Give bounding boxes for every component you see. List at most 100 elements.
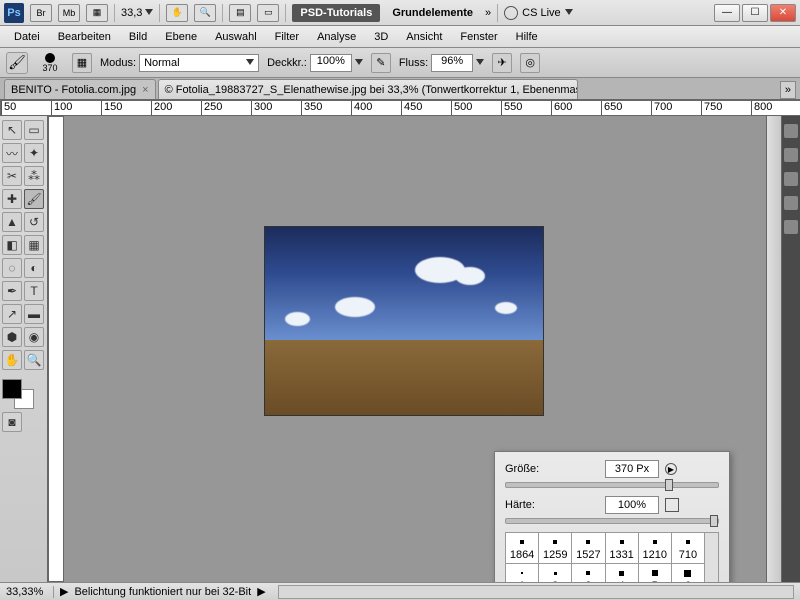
- hardness-slider[interactable]: [505, 518, 719, 524]
- size-input[interactable]: 370 Px: [605, 460, 659, 478]
- tabs-overflow[interactable]: »: [780, 81, 796, 99]
- layers-panel-icon[interactable]: [784, 172, 798, 186]
- new-preset-icon[interactable]: [665, 498, 679, 512]
- menu-analyse[interactable]: Analyse: [309, 28, 364, 46]
- stamp-tool[interactable]: ▲: [2, 212, 22, 232]
- hand-tool[interactable]: ✋: [2, 350, 22, 370]
- horizontal-scrollbar[interactable]: [278, 585, 794, 599]
- maximize-button[interactable]: ☐: [742, 4, 768, 22]
- flyout-icon[interactable]: ▶: [665, 463, 677, 475]
- zoom-value: 33,3: [121, 7, 142, 19]
- wand-tool[interactable]: ✦: [24, 143, 44, 163]
- zoom-dropdown[interactable]: 33,3: [121, 7, 153, 19]
- workspace-psd-tutorials[interactable]: PSD-Tutorials: [292, 4, 380, 22]
- marquee-tool[interactable]: ▭: [24, 120, 44, 140]
- brush-preset[interactable]: 6: [672, 564, 705, 582]
- type-tool[interactable]: T: [24, 281, 44, 301]
- chevron-down-icon: [246, 59, 254, 67]
- swatches-panel-icon[interactable]: [784, 148, 798, 162]
- canvas[interactable]: Größe: 370 Px ▶ Härte: 100% 186412591527…: [64, 116, 766, 582]
- document-tab-2[interactable]: © Fotolia_19883727_S_Elenathewise.jpg be…: [158, 79, 578, 99]
- menu-hilfe[interactable]: Hilfe: [508, 28, 546, 46]
- zoom-tool-button[interactable]: 🔍: [194, 4, 216, 22]
- brush-preset[interactable]: 1259: [539, 533, 572, 564]
- brush-preset[interactable]: 1864: [506, 533, 539, 564]
- history-brush-tool[interactable]: ↺: [24, 212, 44, 232]
- brush-preset[interactable]: 1: [506, 564, 539, 582]
- tablet-size-icon[interactable]: ◎: [520, 53, 540, 73]
- menu-datei[interactable]: Datei: [6, 28, 48, 46]
- status-arrow-icon[interactable]: ▶: [257, 585, 265, 598]
- menu-filter[interactable]: Filter: [267, 28, 307, 46]
- chevron-icon[interactable]: [476, 59, 484, 67]
- eraser-tool[interactable]: ◧: [2, 235, 22, 255]
- brush-preset[interactable]: 2: [539, 564, 572, 582]
- crop-tool[interactable]: ✂: [2, 166, 22, 186]
- menu-bearbeiten[interactable]: Bearbeiten: [50, 28, 119, 46]
- brush-tool[interactable]: 🖌: [24, 189, 44, 209]
- arrange-documents-button[interactable]: ▤: [229, 4, 251, 22]
- zoom-tool[interactable]: 🔍: [24, 350, 44, 370]
- menu-fenster[interactable]: Fenster: [452, 28, 505, 46]
- close-button[interactable]: ✕: [770, 4, 796, 22]
- foreground-color[interactable]: [2, 379, 22, 399]
- eyedropper-tool[interactable]: ⁂: [24, 166, 44, 186]
- brush-preset[interactable]: 5: [639, 564, 672, 582]
- 3d-camera-tool[interactable]: ◉: [24, 327, 44, 347]
- menu-ebene[interactable]: Ebene: [157, 28, 205, 46]
- history-panel-icon[interactable]: [784, 220, 798, 234]
- presets-scrollbar[interactable]: [705, 532, 719, 582]
- 3d-tool[interactable]: ⬢: [2, 327, 22, 347]
- bridge-button[interactable]: Br: [30, 4, 52, 22]
- blur-tool[interactable]: ◌: [2, 258, 22, 278]
- document-tab-1[interactable]: BENITO - Fotolia.com.jpg ×: [4, 79, 156, 99]
- status-zoom[interactable]: 33,33%: [6, 586, 54, 598]
- lasso-tool[interactable]: 〰: [2, 143, 22, 163]
- brush-preset[interactable]: 1210: [639, 533, 672, 564]
- quickmask-tool[interactable]: ◙: [2, 412, 22, 432]
- brush-panel-toggle[interactable]: ▦: [72, 53, 92, 73]
- close-tab-icon[interactable]: ×: [142, 84, 148, 96]
- hardness-input[interactable]: 100%: [605, 496, 659, 514]
- shape-tool[interactable]: ▬: [24, 304, 44, 324]
- opacity-label: Deckkr.:: [267, 57, 307, 69]
- workspace-grundelemente[interactable]: Grundelemente: [386, 4, 479, 22]
- hand-tool-button[interactable]: ✋: [166, 4, 188, 22]
- minimize-button[interactable]: —: [714, 4, 740, 22]
- brush-preset[interactable]: 710: [672, 533, 705, 564]
- cslive-button[interactable]: CS Live: [504, 6, 573, 20]
- size-slider[interactable]: [505, 482, 719, 488]
- menu-auswahl[interactable]: Auswahl: [207, 28, 265, 46]
- view-extras-button[interactable]: ▦: [86, 4, 108, 22]
- chevron-icon[interactable]: [355, 59, 363, 67]
- pen-tool[interactable]: ✒: [2, 281, 22, 301]
- brush-preset-picker[interactable]: 370: [36, 53, 64, 73]
- move-tool[interactable]: ↖: [2, 120, 22, 140]
- path-select-tool[interactable]: ↗: [2, 304, 22, 324]
- menu-ansicht[interactable]: Ansicht: [398, 28, 450, 46]
- dodge-tool[interactable]: ◐: [24, 258, 44, 278]
- status-arrow-icon[interactable]: ▶: [60, 585, 68, 598]
- brush-preset[interactable]: 1527: [572, 533, 605, 564]
- airbrush-icon[interactable]: ✈: [492, 53, 512, 73]
- tablet-opacity-icon[interactable]: ✎: [371, 53, 391, 73]
- brush-preset[interactable]: 1331: [606, 533, 639, 564]
- screen-mode-button[interactable]: ▭: [257, 4, 279, 22]
- opacity-input[interactable]: 100%: [310, 54, 352, 72]
- brush-preset[interactable]: 3: [572, 564, 605, 582]
- adjustments-panel-icon[interactable]: [784, 196, 798, 210]
- healing-tool[interactable]: ✚: [2, 189, 22, 209]
- menu-bild[interactable]: Bild: [121, 28, 155, 46]
- flow-input[interactable]: 96%: [431, 54, 473, 72]
- brush-tool-icon[interactable]: 🖌: [6, 52, 28, 74]
- application-bar: Ps Br Mb ▦ 33,3 ✋ 🔍 ▤ ▭ PSD-Tutorials Gr…: [0, 0, 800, 26]
- vertical-scrollbar[interactable]: [766, 116, 782, 582]
- color-panel-icon[interactable]: [784, 124, 798, 138]
- gradient-tool[interactable]: ▦: [24, 235, 44, 255]
- minibridge-button[interactable]: Mb: [58, 4, 80, 22]
- modus-dropdown[interactable]: Normal: [139, 54, 259, 72]
- color-swatches[interactable]: [2, 379, 38, 409]
- more-icon[interactable]: »: [485, 7, 491, 19]
- menu-3d[interactable]: 3D: [366, 28, 396, 46]
- brush-preset[interactable]: 4: [606, 564, 639, 582]
